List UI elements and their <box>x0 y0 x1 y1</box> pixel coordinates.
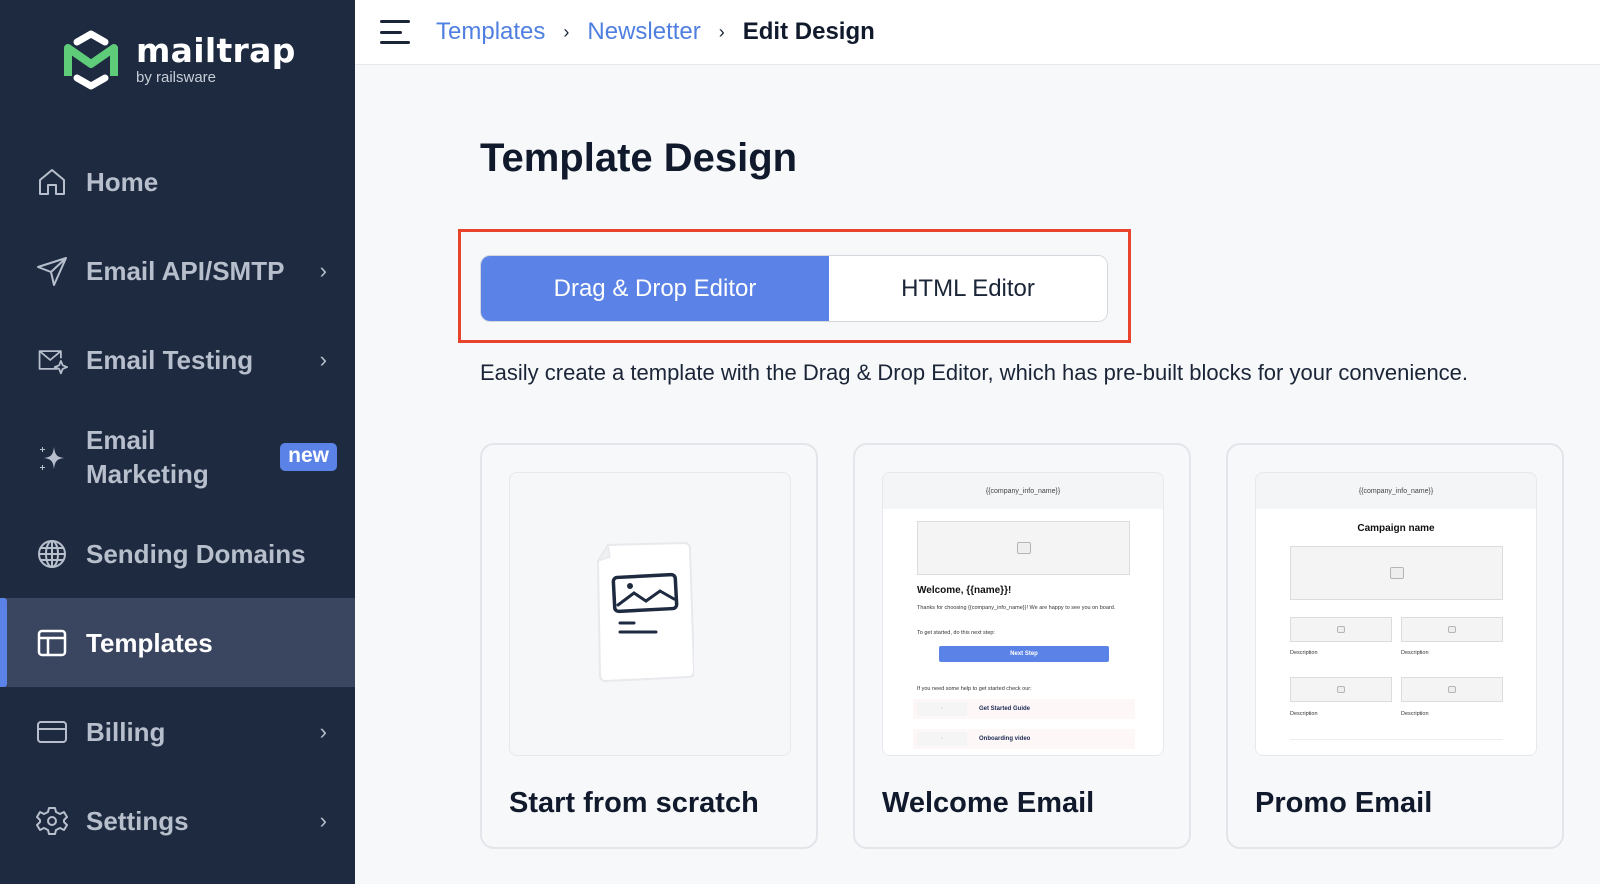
image-icon <box>1389 567 1404 579</box>
drag-drop-editor-tab[interactable]: Drag & Drop Editor <box>481 256 829 321</box>
breadcrumb-newsletter[interactable]: Newsletter <box>587 18 700 46</box>
sidebar-nav: Home Email API/SMTP › Email Testing › Em… <box>0 137 355 865</box>
preview-heading: Welcome, {{name}}! <box>917 585 1012 596</box>
sidebar-item-label: Templates <box>86 627 213 658</box>
editor-toggle: Drag & Drop Editor HTML Editor <box>480 255 1108 322</box>
card-preview <box>509 472 791 756</box>
image-placeholder <box>1401 617 1503 642</box>
mailtrap-logo-icon <box>64 30 118 90</box>
editor-description: Easily create a template with the Drag &… <box>480 360 1469 385</box>
template-card-scratch[interactable]: Start from scratch <box>480 443 818 849</box>
sidebar-item-label: Home <box>86 166 159 197</box>
chevron-right-icon: › <box>319 807 327 833</box>
hamburger-menu-icon[interactable] <box>380 20 410 44</box>
sparkle-icon <box>36 441 68 473</box>
sidebar-item-sending-domains[interactable]: Sending Domains <box>0 509 355 598</box>
breadcrumb-templates[interactable]: Templates <box>436 18 545 46</box>
mailtrap-logo[interactable]: mailtrap by railsware <box>60 28 296 92</box>
brand-name: mailtrap <box>136 31 296 70</box>
template-card-promo[interactable]: {{company_info_name}} Campaign name Desc… <box>1226 443 1564 849</box>
template-card-welcome[interactable]: {{company_info_name}} Welcome, {{name}}!… <box>853 443 1191 849</box>
preview-description: Description <box>1290 650 1318 656</box>
preview-description: Description <box>1290 711 1318 717</box>
sidebar-item-email-api-smtp[interactable]: Email API/SMTP › <box>0 226 355 315</box>
label-line-1: Email <box>86 424 156 455</box>
image-icon <box>1448 686 1456 693</box>
topbar: Templates › Newsletter › Edit Design <box>355 0 1600 65</box>
preview-header: {{company_info_name}} <box>1256 473 1536 509</box>
preview-heading: Campaign name <box>1357 523 1435 534</box>
image-icon <box>1016 542 1031 554</box>
sidebar-item-label: Email Marketing <box>86 423 209 491</box>
sidebar-item-label: Settings <box>86 805 189 836</box>
preview-step-text: To get started, do this next step: <box>917 630 995 636</box>
sidebar-item-templates[interactable]: Templates <box>0 598 355 687</box>
image-icon <box>1448 626 1456 633</box>
gear-icon <box>36 805 68 837</box>
preview-description: Description <box>1401 650 1429 656</box>
brand-subtitle: by railsware <box>136 69 217 86</box>
preview-link: Onboarding video <box>979 736 1031 742</box>
card-title: Promo Email <box>1255 787 1433 819</box>
card-title: Welcome Email <box>882 787 1095 819</box>
sidebar-item-email-testing[interactable]: Email Testing › <box>0 315 355 404</box>
sidebar: mailtrap by railsware Home Email API/SMT… <box>0 0 355 884</box>
email-testing-icon <box>36 344 68 376</box>
blank-document-icon <box>596 541 694 683</box>
send-icon <box>36 255 68 287</box>
sidebar-item-label: Billing <box>86 716 166 747</box>
templates-icon <box>36 627 68 659</box>
home-icon <box>36 166 68 198</box>
breadcrumb-separator-icon: › <box>563 21 570 42</box>
image-placeholder <box>917 521 1130 575</box>
sidebar-item-billing[interactable]: Billing › <box>0 687 355 776</box>
image-icon <box>1337 626 1345 633</box>
preview-description: Description <box>1401 711 1429 717</box>
sidebar-item-settings[interactable]: Settings › <box>0 776 355 865</box>
sidebar-item-label: Email Testing <box>86 344 254 375</box>
image-icon <box>1337 686 1345 693</box>
page-title: Template Design <box>480 136 798 180</box>
globe-icon <box>36 538 68 570</box>
breadcrumb-current: Edit Design <box>742 18 875 45</box>
sidebar-item-label: Email API/SMTP <box>86 255 285 286</box>
breadcrumb-separator-icon: › <box>718 21 725 42</box>
credit-card-icon <box>36 716 68 748</box>
chevron-right-icon: › <box>319 257 327 283</box>
new-badge: new <box>280 442 337 471</box>
chevron-right-icon: › <box>319 718 327 744</box>
sidebar-item-email-marketing[interactable]: Email Marketing new <box>0 404 355 509</box>
preview-help-text: If you need some help to get started che… <box>917 686 1032 692</box>
label-line-2: Marketing <box>86 458 209 489</box>
html-editor-tab[interactable]: HTML Editor <box>829 256 1107 321</box>
divider <box>1290 739 1503 740</box>
preview-link-row: ▫ Onboarding video <box>913 729 1135 749</box>
chevron-right-icon: › <box>319 346 327 372</box>
preview-link: Get Started Guide <box>979 706 1031 712</box>
preview-paragraph: Thanks for choosing {{company_info_name}… <box>917 605 1116 611</box>
image-placeholder <box>1290 617 1392 642</box>
sidebar-item-label: Sending Domains <box>86 538 306 569</box>
card-preview: {{company_info_name}} Campaign name Desc… <box>1255 472 1537 756</box>
card-title: Start from scratch <box>509 787 759 819</box>
sidebar-item-home[interactable]: Home <box>0 137 355 226</box>
image-placeholder <box>1401 677 1503 702</box>
breadcrumb: Templates › Newsletter › Edit Design <box>436 18 875 46</box>
card-preview: {{company_info_name}} Welcome, {{name}}!… <box>882 472 1164 756</box>
image-placeholder <box>1290 546 1503 600</box>
image-placeholder <box>1290 677 1392 702</box>
preview-next-step-button: Next Step <box>939 646 1109 662</box>
preview-header: {{company_info_name}} <box>883 473 1163 509</box>
preview-link-row: ▫ Get Started Guide <box>913 699 1135 719</box>
